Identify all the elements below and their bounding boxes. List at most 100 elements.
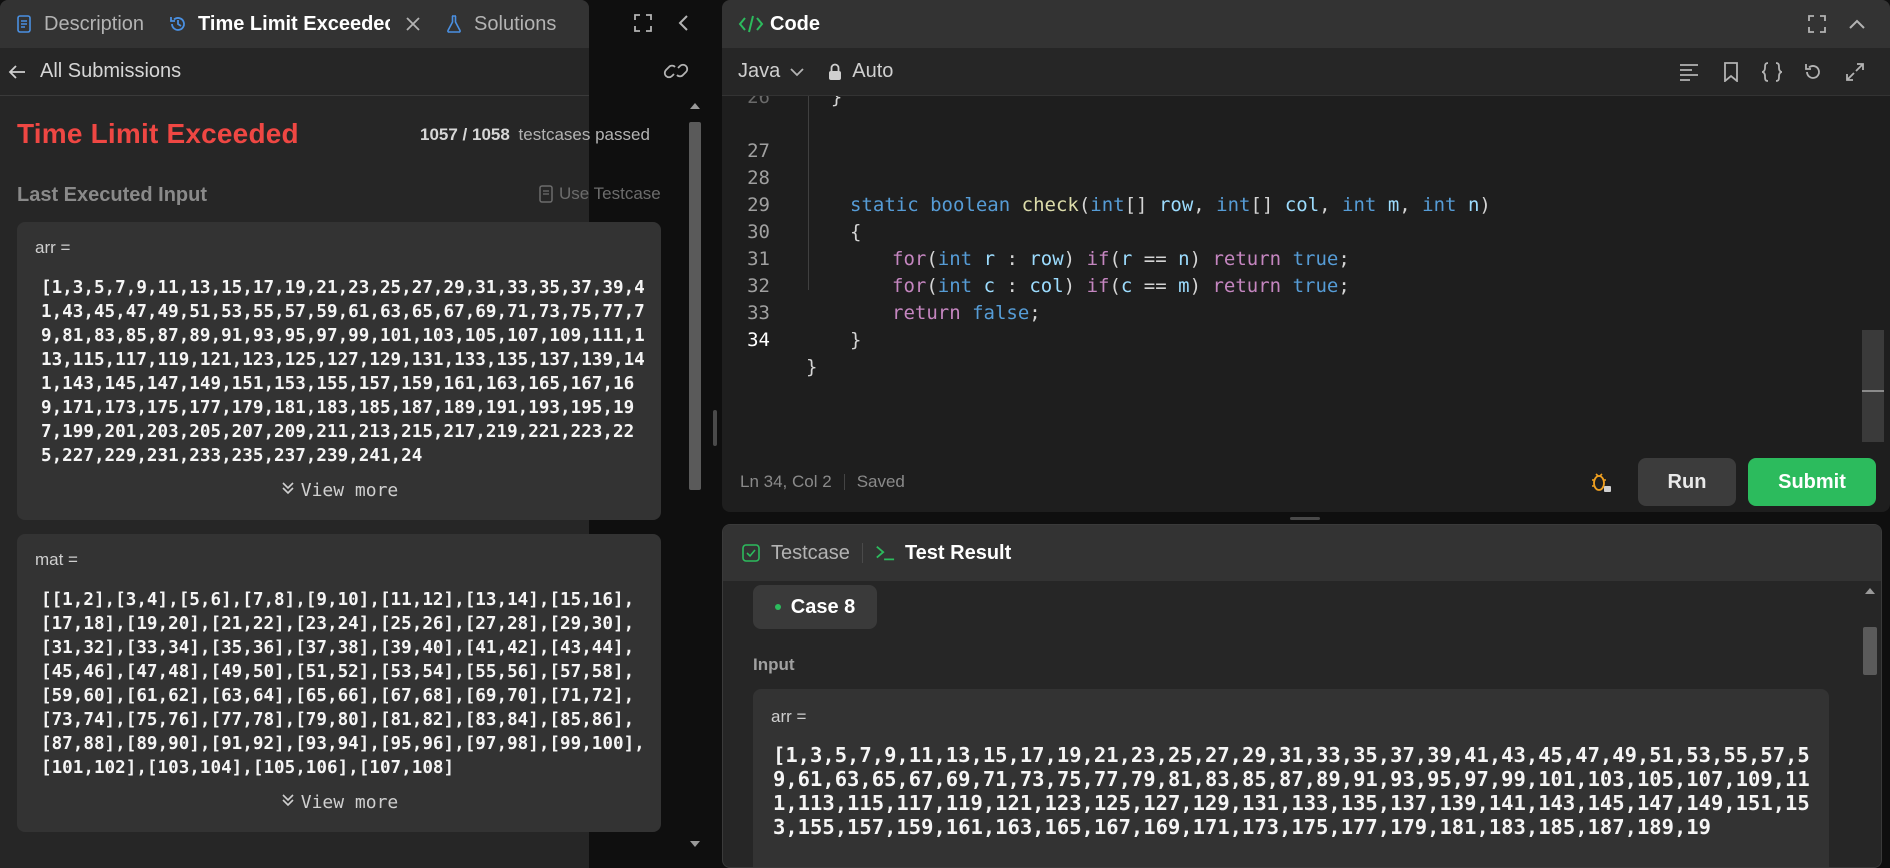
code-line: 30 for(int r : row) if(r == n) return tr… (722, 192, 1862, 270)
tab-solutions[interactable]: Solutions (444, 13, 556, 36)
tab-divider (861, 543, 863, 563)
input-label: arr = (35, 238, 71, 257)
scroll-up-icon[interactable] (1859, 585, 1881, 597)
tab-test-result[interactable]: Test Result (875, 542, 1011, 565)
all-submissions-link[interactable]: All Submissions (40, 60, 181, 83)
input-value: [1,3,5,7,9,11,13,15,17,19,21,23,25,27,29… (773, 743, 1810, 839)
input-box-mat: mat = [[1,2],[3,4],[5,6],[7,8],[9,10],[1… (17, 534, 661, 832)
code-line: 26 } (747, 96, 843, 108)
view-more-button[interactable]: View more (17, 792, 661, 813)
code-line: 27 (722, 111, 1862, 162)
collapse-left-icon[interactable] (672, 12, 694, 34)
status-title: Time Limit Exceeded (17, 118, 299, 149)
code-line: 28 static boolean check(int[] row, int[]… (722, 138, 1862, 216)
run-button[interactable]: Run (1638, 458, 1736, 506)
code-line: 33 } (722, 273, 1862, 351)
submit-button[interactable]: Submit (1748, 458, 1876, 506)
scroll-up-icon[interactable] (685, 100, 705, 112)
code-line: 34 } (722, 300, 1862, 378)
document-icon (537, 184, 555, 204)
chevron-double-down-icon (280, 792, 296, 813)
last-executed-input-title: Last Executed Input (17, 184, 208, 206)
code-line: 31 for(int c : col) if(c == m) return tr… (722, 219, 1862, 297)
pass-dot (774, 604, 781, 610)
code-line: 32 return false; (722, 246, 1862, 324)
testcases-passed: 1057 / 1058 testcases passed (420, 125, 650, 145)
horizontal-resize-handle[interactable] (1290, 517, 1320, 520)
code-toolbar: Java Auto (722, 48, 1890, 96)
chevron-double-down-icon (280, 480, 296, 501)
fullscreen-icon[interactable] (632, 12, 654, 34)
use-testcase-label: Use Testcase (559, 184, 661, 203)
link-icon[interactable] (663, 60, 689, 82)
language-select[interactable]: Java (738, 60, 804, 83)
editor-scrollbar[interactable] (1862, 330, 1884, 442)
passed-suffix: testcases passed (518, 125, 650, 144)
description-icon (14, 14, 34, 34)
tab-testcase-label: Testcase (771, 541, 850, 564)
code-header: Code (722, 0, 1890, 48)
input-box-arr: arr = [1,3,5,7,9,11,13,15,17,19,21,23,25… (17, 222, 661, 520)
debug-icon[interactable] (1588, 470, 1614, 496)
run-label: Run (1667, 470, 1707, 493)
chevron-up-icon[interactable] (1846, 13, 1868, 35)
tab-test-result-label: Test Result (904, 541, 1012, 564)
result-scrollbar-thumb[interactable] (1863, 627, 1877, 675)
result-panel: Testcase Test Result Case 8 Input arr = … (722, 524, 1882, 868)
tab-description-label: Description (44, 12, 145, 35)
input-label: arr = (771, 707, 807, 726)
vertical-resize-handle[interactable] (713, 410, 717, 446)
save-state: Saved (856, 472, 905, 491)
view-more-label: View more (300, 480, 399, 501)
auto-mode[interactable]: Auto (828, 60, 893, 83)
input-value: [[1,2],[3,4],[5,6],[7,8],[9,10],[11,12],… (41, 590, 645, 778)
left-tabs-bar: Description Time Limit Exceedec Solution… (0, 0, 589, 48)
status-divider (843, 474, 845, 490)
left-scrollbar-track[interactable] (685, 100, 705, 852)
code-line: 29 { (722, 165, 1862, 243)
bookmark-icon[interactable] (1720, 61, 1742, 83)
passed-count: 1057 / 1058 (420, 125, 510, 144)
code-editor[interactable]: 26 } 27 28 static boolean check(int[] ro… (722, 96, 1862, 442)
tab-testcase[interactable]: Testcase (741, 542, 850, 565)
result-scrollbar[interactable] (1859, 583, 1881, 867)
input-label: mat = (35, 550, 78, 569)
language-label: Java (738, 60, 781, 82)
lock-icon (828, 63, 842, 81)
reset-icon[interactable] (1802, 61, 1824, 83)
input-value: [1,3,5,7,9,11,13,15,17,19,21,23,25,27,29… (41, 278, 645, 466)
expand-icon[interactable] (1844, 61, 1866, 83)
editor-status: Ln 34, Col 2 Saved (740, 472, 905, 492)
use-testcase-button[interactable]: Use Testcase (537, 184, 661, 204)
view-more-label: View more (300, 792, 399, 813)
submit-label: Submit (1778, 470, 1846, 493)
flask-icon (444, 14, 464, 34)
result-input-box: arr = [1,3,5,7,9,11,13,15,17,19,21,23,25… (753, 689, 1829, 867)
submissions-nav: All Submissions (0, 48, 589, 96)
tab-submission[interactable]: Time Limit Exceedec (168, 13, 390, 36)
code-icon (738, 13, 764, 35)
close-icon[interactable] (406, 14, 420, 34)
arrow-left-icon[interactable] (6, 61, 28, 83)
format-icon[interactable] (1678, 61, 1700, 83)
input-title: Input (753, 655, 795, 674)
view-more-button[interactable]: View more (17, 480, 661, 501)
left-scrollbar-thumb[interactable] (689, 122, 701, 490)
case-label: Case 8 (790, 595, 856, 618)
terminal-icon (875, 543, 895, 563)
tab-solutions-label: Solutions (474, 12, 557, 35)
result-tabs-bar: Testcase Test Result (723, 525, 1881, 581)
editor-scroll-marker (1862, 390, 1884, 392)
case-chip[interactable]: Case 8 (753, 585, 877, 629)
scroll-down-icon[interactable] (685, 838, 705, 850)
fullscreen-icon[interactable] (1806, 13, 1828, 35)
checkbox-icon (741, 543, 761, 563)
tab-submission-label: Time Limit Exceedec (198, 12, 391, 35)
line-number: 34 (747, 329, 770, 351)
mode-label: Auto (852, 60, 894, 82)
braces-icon[interactable] (1760, 61, 1784, 83)
code-panel: Code Java Auto 26} 27 28 static boolean… (722, 0, 1890, 512)
tab-description[interactable]: Description (14, 13, 144, 36)
code-title: Code (770, 12, 820, 35)
chevron-down-icon (790, 67, 804, 77)
